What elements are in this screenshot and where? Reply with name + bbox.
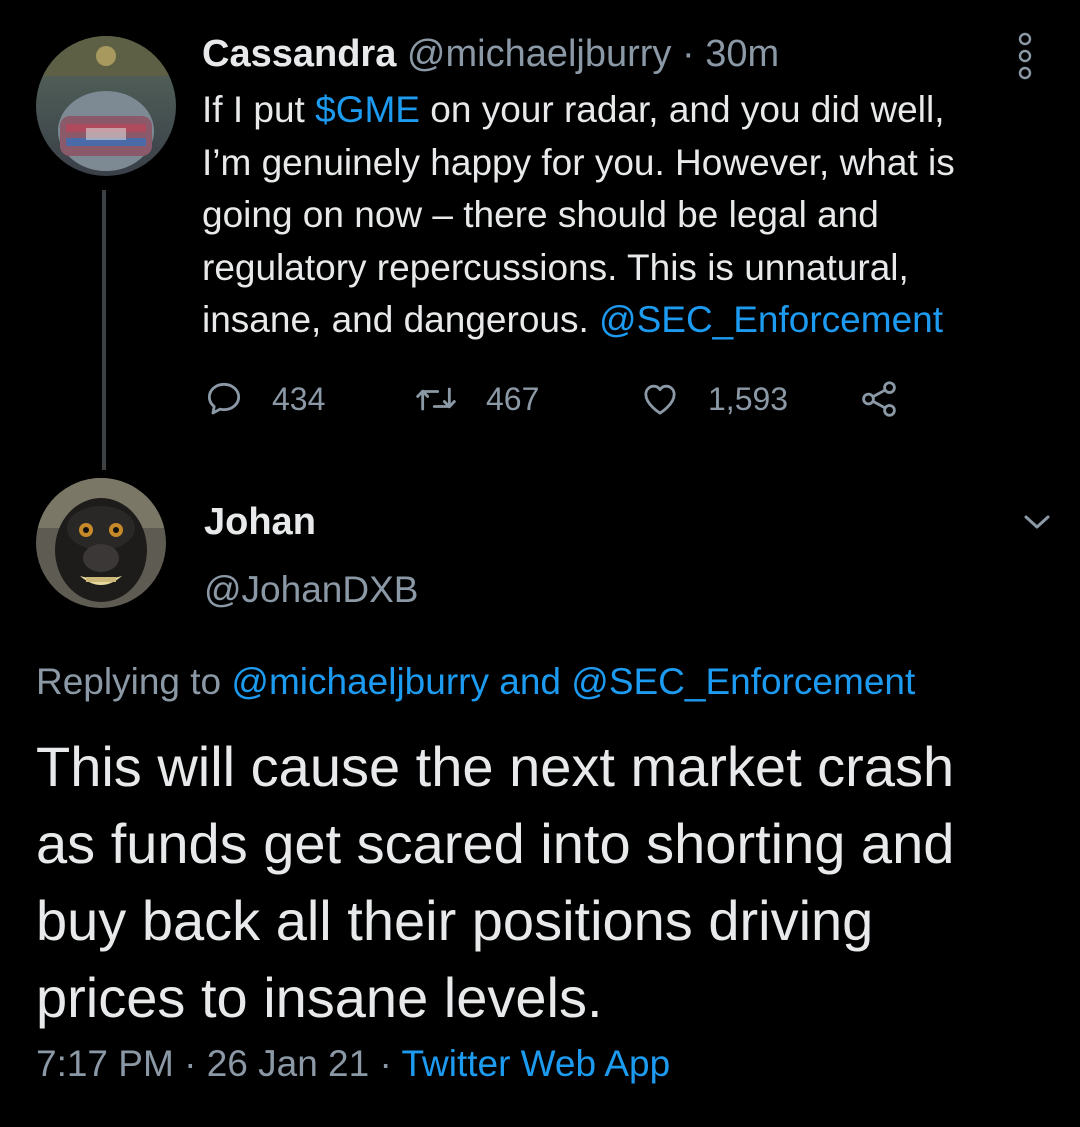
tweet-time[interactable]: 30m — [705, 33, 779, 75]
chevron-down-icon[interactable] — [1020, 508, 1054, 536]
mention-link[interactable]: @SEC_Enforcement — [599, 299, 943, 340]
reply-bubble-icon — [207, 382, 241, 415]
cashtag-link[interactable]: $GME — [315, 89, 420, 130]
avatar-cassandra[interactable] — [36, 36, 176, 176]
tweet-meta: 7:17 PM · 26 Jan 21 · Twitter Web App — [36, 1036, 670, 1092]
tweet-date[interactable]: 26 Jan 21 — [207, 1043, 370, 1084]
more-vertical-icon[interactable] — [1017, 32, 1033, 80]
retweet-count: 467 — [486, 380, 540, 417]
tweet-text-line: going on now – there should be legal and — [202, 194, 879, 235]
tweet-text-line: buy back all their positions driving — [36, 889, 874, 952]
avatar-johan[interactable] — [36, 478, 166, 608]
tweet-text-line: I’m genuinely happy for you. However, wh… — [202, 141, 955, 183]
header-separator: · — [671, 33, 706, 75]
parent-tweet-text: If I put $GME on your radar, and you did… — [202, 84, 1062, 347]
retweet-button[interactable]: 467 — [414, 376, 539, 422]
replying-and: and — [488, 661, 572, 702]
tweet-text-line: regulatory repercussions. This is unnatu… — [202, 246, 909, 288]
tweet-text-line: This will cause the next market crash — [36, 735, 955, 798]
author-handle[interactable]: @michaeljburry — [407, 33, 672, 75]
replying-to-line: Replying to @michaeljburry and @SEC_Enfo… — [36, 656, 915, 708]
tweet-text-line: insane, and dangerous. @SEC_Enforcement — [202, 299, 943, 340]
tweet-text-line: as funds get scared into shorting and — [36, 812, 955, 875]
tweet-text-line: If I put $GME on your radar, and you did… — [202, 89, 944, 130]
like-button[interactable]: 1,593 — [640, 376, 788, 422]
thread-connector-line — [102, 190, 106, 470]
text-segment: on your radar, and you did well, — [419, 89, 945, 130]
author-name[interactable]: Cassandra — [202, 33, 396, 75]
tweet-text-line: prices to insane levels. — [36, 966, 603, 1029]
replying-prefix: Replying to — [36, 661, 232, 702]
replying-mention-michaeljburry[interactable]: @michaeljburry — [231, 661, 489, 702]
share-icon — [862, 381, 896, 417]
reply-tweet-text: This will cause the next market crash as… — [36, 728, 1046, 1036]
heart-icon — [644, 384, 676, 415]
share-button[interactable] — [858, 376, 900, 422]
reply-author-name[interactable]: Johan — [204, 496, 316, 548]
like-count: 1,593 — [708, 380, 789, 417]
meta-separator: · — [173, 1043, 207, 1084]
meta-separator: · — [369, 1043, 402, 1084]
text-segment: If I put — [202, 89, 316, 130]
tweet-source-link[interactable]: Twitter Web App — [401, 1043, 670, 1084]
reply-button[interactable]: 434 — [204, 376, 325, 422]
text-segment: insane, and dangerous. — [202, 299, 600, 340]
tweet-timestamp[interactable]: 7:17 PM — [36, 1043, 174, 1084]
reply-author-handle[interactable]: @JohanDXB — [204, 564, 418, 616]
replying-mention-sec-enforcement[interactable]: @SEC_Enforcement — [571, 661, 915, 702]
retweet-icon — [416, 387, 456, 411]
reply-count: 434 — [272, 380, 326, 417]
parent-tweet-header: Cassandra @michaeljburry · 30m — [202, 28, 779, 80]
